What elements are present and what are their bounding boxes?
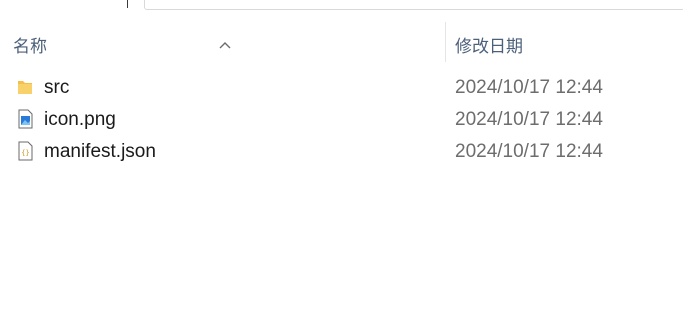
column-header-name[interactable]: 名称	[13, 32, 47, 57]
column-header: 名称 修改日期	[0, 22, 683, 62]
address-bar[interactable]	[144, 0, 683, 10]
file-modified: 2024/10/17 12:44	[455, 141, 603, 162]
nav-divider	[127, 0, 128, 8]
file-row-src[interactable]: src 2024/10/17 12:44	[0, 71, 683, 103]
file-name[interactable]: icon.png	[44, 109, 116, 131]
column-separator[interactable]	[445, 22, 446, 62]
sort-ascending-icon[interactable]	[218, 40, 232, 50]
file-modified: 2024/10/17 12:44	[455, 77, 603, 98]
svg-text:{}: {}	[21, 149, 29, 157]
column-header-modified[interactable]: 修改日期	[455, 32, 523, 57]
toolbar-strip	[0, 0, 683, 10]
json-file-icon: {}	[18, 141, 33, 161]
folder-icon	[18, 81, 32, 94]
file-row-manifest-json[interactable]: {} manifest.json 2024/10/17 12:44	[0, 135, 683, 167]
png-file-icon	[18, 109, 33, 129]
file-row-icon-png[interactable]: icon.png 2024/10/17 12:44	[0, 103, 683, 135]
file-modified: 2024/10/17 12:44	[455, 109, 603, 130]
file-name[interactable]: src	[44, 77, 69, 99]
file-name[interactable]: manifest.json	[44, 141, 156, 163]
